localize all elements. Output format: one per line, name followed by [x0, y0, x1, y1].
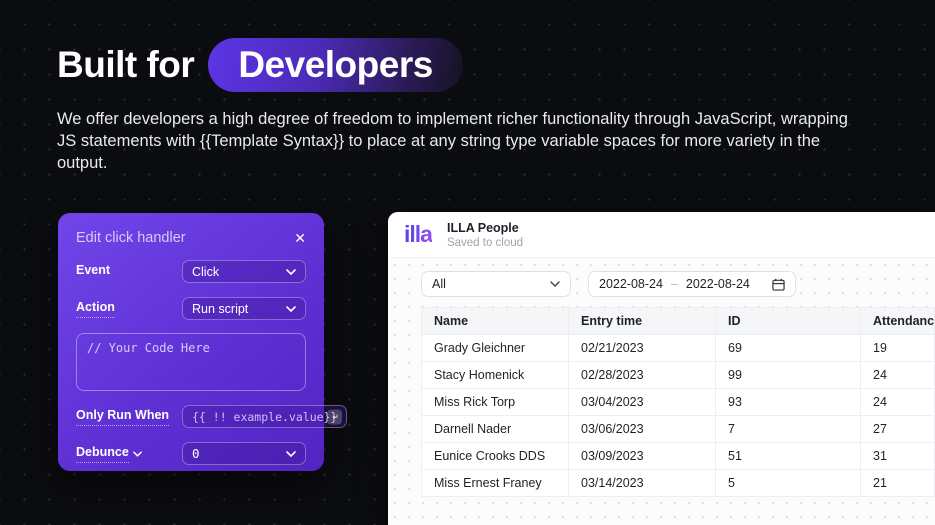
column-header-attendance[interactable]: Attendance — [860, 307, 935, 335]
hero-description: We offer developers a high degree of fre… — [57, 110, 848, 172]
illa-logo: illa — [404, 221, 433, 247]
cell-attendance: 24 — [860, 361, 935, 389]
app-header: illa ILLA People Saved to cloud — [388, 212, 935, 258]
cell-entry-time: 02/21/2023 — [568, 334, 716, 362]
category-select[interactable]: All — [421, 271, 571, 297]
chevron-down-icon — [286, 305, 296, 312]
calendar-icon — [772, 278, 785, 291]
chevron-down-icon — [550, 281, 560, 287]
cell-name: Miss Ernest Franey — [421, 469, 569, 497]
category-value: All — [432, 277, 446, 291]
chevron-down-icon — [286, 450, 296, 457]
chevron-down-icon — [132, 450, 142, 457]
cell-entry-time: 03/06/2023 — [568, 415, 716, 443]
debounce-value: 0 — [192, 446, 200, 461]
cell-attendance: 27 — [860, 415, 935, 443]
date-separator: – — [670, 277, 678, 291]
heading-prefix: Built for — [57, 44, 195, 85]
landing-page: { "page": { "heading_prefix": "Built for… — [0, 0, 935, 525]
close-icon[interactable]: ✕ — [294, 231, 306, 245]
event-select[interactable]: Click — [182, 260, 306, 283]
cell-id: 5 — [715, 469, 861, 497]
app-canvas: All 2022-08-24 – 2022-08-24 Name Entry t… — [388, 258, 935, 525]
cell-name: Eunice Crooks DDS — [421, 442, 569, 470]
date-range-picker[interactable]: 2022-08-24 – 2022-08-24 — [588, 271, 796, 297]
action-label: Action — [76, 300, 182, 318]
cell-name: Darnell Nader — [421, 415, 569, 443]
only-run-when-value: {{ !! example.value}} — [192, 409, 338, 424]
chevron-down-icon — [286, 268, 296, 275]
js-toggle-icon[interactable]: ↵ — [327, 409, 343, 424]
hero-heading: Built for Developers — [57, 38, 852, 92]
modal-title: Edit click handler — [76, 230, 186, 246]
people-table: Name Entry time ID Attendance Grady Glei… — [421, 307, 935, 497]
table-row[interactable]: Grady Gleichner 02/21/2023 69 19 — [421, 334, 935, 362]
hero-section: Built for Developers We offer developers… — [57, 38, 852, 174]
action-value: Run script — [192, 301, 249, 316]
cell-entry-time: 03/14/2023 — [568, 469, 716, 497]
table-row[interactable]: Stacy Homenick 02/28/2023 99 24 — [421, 361, 935, 389]
column-header-name[interactable]: Name — [421, 307, 569, 335]
app-title: ILLA People — [446, 220, 519, 235]
column-header-entry-time[interactable]: Entry time — [568, 307, 716, 335]
date-start: 2022-08-24 — [599, 277, 663, 291]
edit-click-handler-modal: Edit click handler ✕ Event Click Action … — [58, 213, 348, 471]
action-select[interactable]: Run script — [182, 297, 306, 320]
only-run-when-label: Only Run When — [76, 408, 182, 426]
illa-app-panel: illa ILLA People Saved to cloud All 2022… — [388, 212, 935, 525]
cell-entry-time: 03/04/2023 — [568, 388, 716, 416]
cell-name: Miss Rick Torp — [421, 388, 569, 416]
cell-attendance: 21 — [860, 469, 935, 497]
table-row[interactable]: Eunice Crooks DDS 03/09/2023 51 31 — [421, 442, 935, 470]
cell-id: 7 — [715, 415, 861, 443]
table-row[interactable]: Miss Rick Torp 03/04/2023 93 24 — [421, 388, 935, 416]
debounce-select[interactable]: 0 — [182, 442, 306, 465]
cell-id: 51 — [715, 442, 861, 470]
cell-attendance: 24 — [860, 388, 935, 416]
table-row[interactable]: Miss Ernest Franey 03/14/2023 5 21 — [421, 469, 935, 497]
cell-name: Grady Gleichner — [421, 334, 569, 362]
cell-attendance: 19 — [860, 334, 935, 362]
debounce-label[interactable]: Debunce — [76, 445, 182, 463]
cell-entry-time: 02/28/2023 — [568, 361, 716, 389]
filter-bar: All 2022-08-24 – 2022-08-24 — [421, 271, 935, 297]
app-save-status: Saved to cloud — [446, 236, 524, 249]
event-label: Event — [76, 263, 111, 277]
cell-id: 69 — [715, 334, 861, 362]
heading-highlight-text: Developers — [238, 44, 433, 85]
code-editor[interactable]: // Your Code Here — [76, 333, 306, 391]
table-row[interactable]: Darnell Nader 03/06/2023 7 27 — [421, 415, 935, 443]
only-run-when-input[interactable]: {{ !! example.value}} ↵ — [182, 405, 348, 428]
cell-id: 99 — [715, 361, 861, 389]
cell-name: Stacy Homenick — [421, 361, 569, 389]
column-header-id[interactable]: ID — [715, 307, 861, 335]
cell-id: 93 — [715, 388, 861, 416]
heading-highlight-pill: Developers — [208, 38, 463, 92]
date-end: 2022-08-24 — [685, 277, 750, 291]
event-value: Click — [192, 264, 220, 279]
table-header-row: Name Entry time ID Attendance — [421, 307, 935, 335]
cell-attendance: 31 — [860, 442, 935, 470]
cell-entry-time: 03/09/2023 — [568, 442, 716, 470]
